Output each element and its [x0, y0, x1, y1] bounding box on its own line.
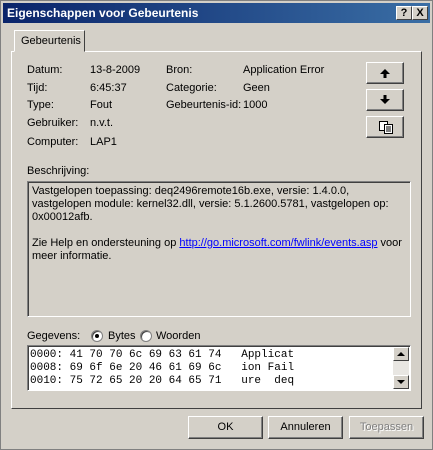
scroll-down-icon: [397, 380, 405, 384]
type-value: Fout: [90, 99, 113, 111]
type-label: Type:: [27, 99, 54, 111]
tijd-value: 6:45:37: [90, 82, 127, 94]
gebruiker-value: n.v.t.: [90, 117, 114, 129]
hex-row: 0008: 69 6f 6e 20 46 61 69 6c ion Fail: [30, 362, 295, 374]
datum-label: Datum:: [27, 64, 63, 76]
help-link[interactable]: http://go.microsoft.com/fwlink/events.as…: [179, 237, 377, 249]
copy-button[interactable]: [366, 116, 404, 138]
computer-value: LAP1: [90, 136, 117, 148]
bron-label: Bron:: [166, 64, 193, 76]
event-id-label: Gebeurtenis-id:: [166, 99, 242, 111]
description-help: Zie Help en ondersteuning op http://go.m…: [32, 237, 406, 263]
description-text: Vastgelopen toepassing: deq2496remote16b…: [32, 185, 389, 223]
hex-row: 0000: 41 70 70 6c 69 63 61 74 Applicat: [30, 349, 295, 361]
scroll-down-button[interactable]: [393, 375, 409, 389]
datum-value: 13-8-2009: [90, 64, 141, 76]
help-prefix-text: Zie Help en ondersteuning op: [32, 237, 180, 249]
gebruiker-label: Gebruiker:: [27, 117, 79, 129]
scroll-up-icon: [397, 352, 405, 356]
copy-icon: [379, 121, 393, 134]
apply-button[interactable]: Toepassen: [349, 416, 424, 439]
close-button[interactable]: X: [412, 6, 428, 20]
arrow-up-icon: [380, 69, 390, 78]
tijd-label: Tijd:: [27, 82, 48, 94]
computer-label: Computer:: [27, 136, 79, 148]
categorie-label: Categorie:: [166, 82, 217, 94]
bytes-radio[interactable]: [91, 330, 103, 342]
arrow-down-icon: [380, 95, 390, 104]
words-radio[interactable]: [140, 330, 152, 342]
tab-gebeurtenis[interactable]: Gebeurtenis: [14, 30, 85, 52]
bron-value: Application Error: [243, 64, 325, 76]
bytes-label[interactable]: Bytes: [108, 330, 136, 342]
event-properties-dialog: Eigenschappen voor Gebeurtenis ? X Gebeu…: [0, 0, 433, 450]
categorie-value: Geen: [243, 82, 270, 94]
window-title: Eigenschappen voor Gebeurtenis: [7, 6, 199, 20]
help-button[interactable]: ?: [396, 6, 412, 20]
description-box[interactable]: Vastgelopen toepassing: deq2496remote16b…: [27, 181, 411, 317]
title-bar[interactable]: Eigenschappen voor Gebeurtenis ? X: [3, 3, 430, 23]
radio-selected-dot: [95, 334, 99, 338]
words-label[interactable]: Woorden: [156, 330, 200, 342]
event-id-value: 1000: [243, 99, 268, 111]
scroll-up-button[interactable]: [393, 347, 409, 361]
vertical-scrollbar[interactable]: [393, 347, 409, 389]
description-label: Beschrijving:: [27, 165, 90, 177]
cancel-button[interactable]: Annuleren: [268, 416, 343, 439]
data-hex-box[interactable]: 0000: 41 70 70 6c 69 63 61 74 Applicat 0…: [27, 345, 411, 391]
data-label: Gegevens:: [27, 330, 81, 342]
ok-button[interactable]: OK: [188, 416, 263, 439]
next-event-button[interactable]: [366, 89, 404, 111]
previous-event-button[interactable]: [366, 62, 404, 84]
tab-label: Gebeurtenis: [21, 35, 81, 47]
hex-row: 0010: 75 72 65 20 20 64 65 71 ure deq: [30, 375, 295, 387]
